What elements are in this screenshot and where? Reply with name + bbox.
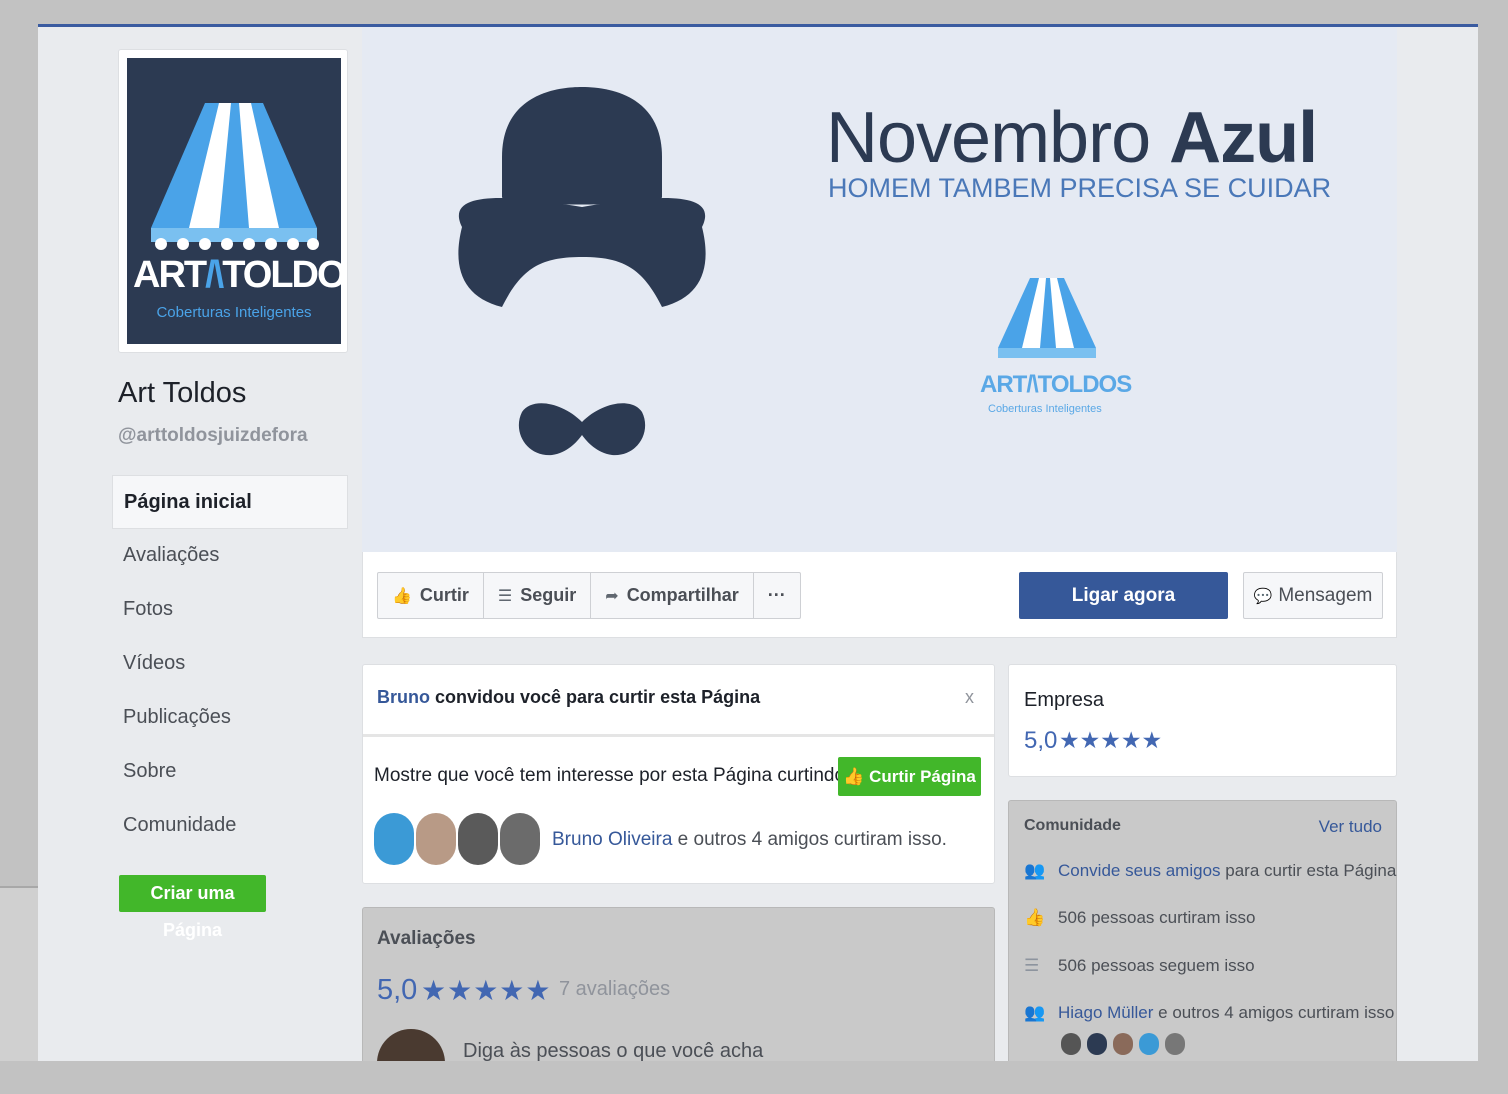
nav-item-videos[interactable]: Vídeos	[112, 637, 348, 691]
cover-logo-subtitle: Coberturas Inteligentes	[988, 403, 1102, 415]
profile-logo: ART/\TOLDOS Coberturas Inteligentes	[127, 58, 341, 344]
people-icon: 👥	[1024, 1003, 1046, 1022]
friend-name-link[interactable]: Hiago Müller	[1058, 1003, 1153, 1022]
invite-friends-link[interactable]: Convide seus amigos	[1058, 861, 1221, 880]
call-now-button[interactable]: Ligar agora	[1019, 572, 1228, 619]
avatar[interactable]	[1087, 1033, 1107, 1055]
like-page-button[interactable]: 👍 Curtir Página	[838, 757, 981, 796]
reviews-title: Avaliações	[377, 928, 476, 949]
more-button[interactable]: ···	[754, 573, 800, 618]
share-arrow-icon: ➦	[605, 587, 619, 605]
page-nav: Página inicial Avaliações Fotos Vídeos P…	[112, 475, 348, 853]
close-icon[interactable]: x	[965, 687, 974, 708]
nav-item-photos[interactable]: Fotos	[112, 583, 348, 637]
nav-item-community[interactable]: Comunidade	[112, 799, 348, 853]
create-page-button[interactable]: Criar uma Página	[119, 875, 266, 940]
star-rating-icon: ★★★★★	[1059, 727, 1163, 753]
follows-row: ☰ 506 pessoas seguem isso	[1024, 956, 1255, 975]
like-button[interactable]: 👍 Curtir	[378, 573, 484, 618]
thumbs-up-icon: 👍	[392, 587, 412, 605]
page-handle[interactable]: @arttoldosjuizdefora	[118, 425, 308, 447]
avatar[interactable]	[1165, 1033, 1185, 1055]
invite-friends-row: 👥 Convide seus amigos para curtir esta Pá…	[1024, 861, 1397, 880]
cover-logo-text: ART/\TOLDOS	[980, 371, 1132, 398]
reviews-score: 5,0	[377, 974, 418, 1006]
star-rating-icon: ★★★★★	[421, 975, 552, 1006]
share-button[interactable]: ➦ Compartilhar	[591, 573, 754, 618]
avatar[interactable]	[1139, 1033, 1159, 1055]
action-bar: 👍 Curtir ☰ Seguir ➦ Compartilhar ··· Ligar …	[362, 552, 1397, 638]
business-title: Empresa	[1024, 689, 1105, 711]
people-icon: 👥	[1024, 861, 1046, 880]
friends-liked-row: 👥 Hiago Müller e outros 4 amigos curtiram…	[1024, 1003, 1395, 1022]
inviter-name[interactable]: Bruno	[377, 687, 430, 707]
friend-avatars	[374, 813, 542, 865]
friend-name-link[interactable]: Bruno Oliveira	[552, 829, 672, 850]
avatar[interactable]	[374, 813, 414, 865]
thumbs-up-icon: 👍	[843, 767, 870, 786]
rss-icon: ☰	[497, 587, 513, 605]
friend-mini-avatars	[1061, 1033, 1191, 1055]
avatar[interactable]	[458, 813, 498, 865]
follow-button[interactable]: ☰ Seguir	[484, 573, 592, 618]
business-card: Empresa 5,0 ★★★★★	[1008, 664, 1397, 777]
likes-row: 👍 506 pessoas curtiram isso	[1024, 908, 1256, 927]
awning-logo-icon	[151, 103, 319, 250]
page-actions: 👍 Curtir ☰ Seguir ➦ Compartilhar ···	[377, 572, 801, 619]
community-card: Comunidade Ver tudo 👥 Convide seus amigos…	[1008, 800, 1397, 1061]
avatar[interactable]	[500, 813, 540, 865]
rss-icon: ☰	[1024, 956, 1040, 975]
community-title: Comunidade	[1024, 817, 1121, 834]
cover-title: Novembro Azul	[826, 98, 1318, 178]
avatar[interactable]	[1113, 1033, 1133, 1055]
logo-slash: /\	[205, 254, 224, 296]
reviews-card: Avaliações 5,0 ★★★★★ 7 avaliações Diga à…	[362, 907, 995, 1061]
logo-text-art: ART	[133, 254, 207, 296]
friends-liked-text: Bruno Oliveira e outros 4 amigos curtira…	[552, 829, 947, 850]
thumbs-up-icon: 👍	[1024, 908, 1046, 927]
invite-header: Bruno convidou você para curtir esta Pág…	[363, 665, 994, 737]
invite-card: Bruno convidou você para curtir esta Pág…	[362, 664, 995, 884]
nav-item-posts[interactable]: Publicações	[112, 691, 348, 745]
page-title: Art Toldos	[118, 377, 247, 409]
logo-subtitle: Coberturas Inteligentes	[156, 304, 312, 321]
nav-item-about[interactable]: Sobre	[112, 745, 348, 799]
business-score: 5,0	[1024, 727, 1058, 754]
logo-text-toldos: TOLDOS	[222, 254, 341, 296]
reviews-count[interactable]: 7 avaliações	[559, 978, 670, 1001]
see-all-link[interactable]: Ver tudo	[1319, 817, 1382, 837]
avatar[interactable]	[1061, 1033, 1081, 1055]
invite-prompt: Mostre que você tem interesse por esta P…	[374, 765, 868, 786]
cover-awning-icon	[998, 278, 1096, 358]
messenger-icon: 💬	[1253, 588, 1273, 605]
facebook-page: ART/\TOLDOS Coberturas Inteligentes Art …	[38, 27, 1478, 1061]
cover-subtitle: HOMEM TAMBEM PRECISA SE CUIDAR	[828, 173, 1332, 203]
review-prompt[interactable]: Diga às pessoas o que você acha	[463, 1040, 763, 1061]
hat-mustache-icon	[458, 87, 706, 456]
avatar[interactable]	[416, 813, 456, 865]
profile-picture[interactable]: ART/\TOLDOS Coberturas Inteligentes	[118, 49, 348, 353]
message-button[interactable]: 💬 Mensagem	[1243, 572, 1383, 619]
left-strip	[0, 886, 38, 1061]
nav-item-reviews[interactable]: Avaliações	[112, 529, 348, 583]
cover-photo[interactable]: Novembro Azul HOMEM TAMBEM PRECISA SE CU…	[362, 27, 1397, 552]
avatar	[377, 1029, 445, 1061]
nav-item-home[interactable]: Página inicial	[112, 475, 348, 529]
